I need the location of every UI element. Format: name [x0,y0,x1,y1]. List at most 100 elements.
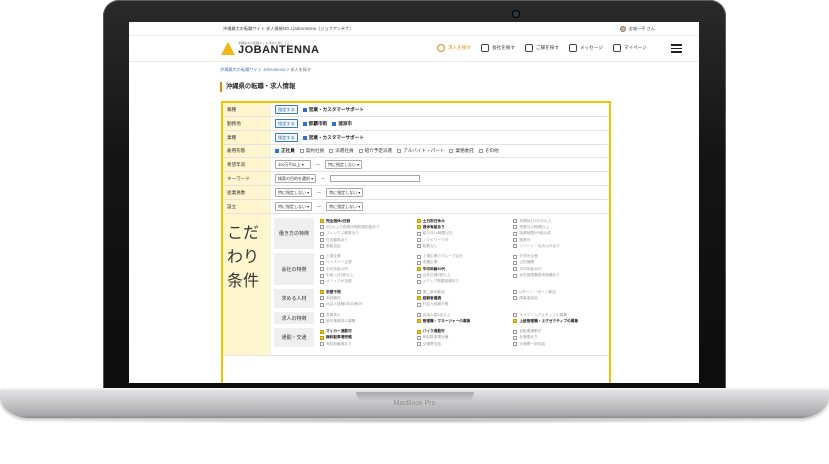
salary-from-select[interactable]: 300万円以上 ▾ [275,160,311,169]
checkbox-label: 上場企業 [326,254,341,259]
preference-checkbox[interactable]: 新卒事業部の募集 [320,318,413,324]
checkbox-employment-type[interactable]: 正社員 [275,148,295,154]
checkbox-label: 経験者優遇 [422,295,442,300]
preference-group: 求人の特徴 急募求人 採用人数2名以上 オープニングスタッフの募集 新卒事業部の募集 管理… [274,311,606,325]
breadcrumb-home[interactable]: 沖縄最大の転職サイト JobAntenna [220,67,285,72]
preference-options: 急募求人 採用人数2名以上 オープニングスタッフの募集 新卒事業部の募集 管理職・マネー… [314,312,606,325]
nav-messages[interactable]: メッセージ [568,44,603,53]
checkbox-label: 自転車通勤可 [519,329,542,334]
site-logo[interactable]: 沖縄最大の転職サイト あなた探してる… JOBANTENNA [221,41,341,56]
checkbox-box [320,290,324,295]
nav-label: メッセージ [579,45,603,51]
pick-industry-button[interactable]: 指定する [275,133,298,142]
checkbox-box [320,219,324,224]
checkbox-box [513,273,518,278]
checkbox-box [513,225,518,230]
row-value: 指定する 営業・カスタマーサポート [271,103,609,116]
employees-from-select[interactable]: 特に指定しない ▾ [275,188,313,197]
checkbox-label: 始業時間が9時以前 [519,231,551,236]
checkbox-label: 社員寮あり [519,335,538,340]
row-label: 従業員数 [223,186,271,199]
preference-checkbox[interactable]: 交通費支給 [416,341,510,347]
preference-checkbox[interactable]: 有料駐輪場あり [320,341,413,347]
preference-checkbox[interactable]: 管理職・マネージャーの募集 [416,318,510,324]
pick-job-type-button[interactable]: 指定する [275,105,298,114]
hamburger-menu-icon[interactable] [670,43,682,54]
founded-to-select[interactable]: 特に指定しない ▾ [326,202,364,211]
checkbox-employment-type[interactable]: 業務委託 [449,148,474,154]
checkbox-label: 中途入社5割以上 [326,273,354,278]
checkbox-employment-type[interactable]: その他 [478,148,499,154]
preference-checkbox[interactable]: 社会人経験不問 [416,302,510,308]
preference-checkbox[interactable]: 交通費一部支給 [513,341,606,347]
preference-checkbox[interactable]: メディア掲載実績あり [416,279,510,285]
row-label: こだわり条件 [223,214,271,356]
nav-search-companies[interactable]: 会社を探す [480,44,515,53]
preference-options: 学歴不問 第二新卒歓迎 Uターン・Iターン歓迎 未経験可 経験者優遇 障害者採用 社会人経験… [314,289,606,308]
logo-text: 沖縄最大の転職サイト あなた探してる… JOBANTENNA [238,41,319,56]
checkbox-label: マイカー通勤可 [326,329,352,334]
preference-group-label: 通勤・交通 [274,328,314,348]
checkbox-box [416,219,421,224]
checkbox-label: 5日以上の長期休暇取得制度あり [326,224,380,229]
preference-checkbox[interactable]: リゾート・住み込みあり [513,243,606,249]
row-value: 300万円以上 ▾ 〜 特に指定しない ▾ [271,158,609,171]
row-employees: 従業員数 特に指定しない ▾ 〜 特に指定しない ▾ [223,186,609,200]
breadcrumb-separator: > [286,67,290,72]
preference-checkbox[interactable]: 転勤なし [416,243,510,249]
preference-checkbox[interactable]: 障害者採用 [513,295,606,301]
checkbox-label: リゾート・住み込みあり [519,243,560,248]
checkbox-box [513,335,518,340]
nav-search-connections[interactable]: ご縁を探す [524,44,559,53]
mypage-icon [612,44,621,53]
checkbox-box [320,279,324,284]
keyword-scope-select[interactable]: 検索の目的を選択 ▾ [275,174,317,183]
checkbox-box [513,329,518,334]
employees-to-select[interactable]: 特に指定しない ▾ [326,188,364,197]
checkbox-industry[interactable]: 営業・カスタマーサポート [302,135,364,141]
nav-mypage[interactable]: マイページ [612,44,647,53]
checkbox-label: 管理職・マネージャーの募集 [422,318,471,323]
range-tilde: 〜 [317,189,322,195]
checkbox-employment-type[interactable]: 紹介予定派遣 [358,148,392,154]
checkbox-label: 派遣社員 [335,148,354,153]
preference-checkbox[interactable]: 上級管理職・エグゼクティブの募集 [513,318,606,324]
checkbox-box [416,335,421,340]
checkbox-location[interactable]: 那覇市街 [302,121,327,127]
checkbox-box [320,273,324,278]
preference-checkbox[interactable]: 服装自由 [320,243,413,249]
checkbox-label: 正社員 [281,148,295,153]
pick-location-button[interactable]: 指定する [275,119,298,128]
nav-search-jobs[interactable]: 求人を探す [437,44,471,53]
checkbox-location[interactable]: 浦添市 [332,121,352,127]
preference-checkbox[interactable]: オフィスが自慢 [320,279,413,285]
checkbox-box [320,244,324,249]
checkbox-box [416,273,421,278]
range-tilde: 〜 [317,203,322,209]
checkbox-label: 有料駐輪場あり [326,341,352,346]
preference-group: 求める人材 学歴不問 第二新卒歓迎 Uターン・Iターン歓迎 未経験可 経験者優遇 障害者採用… [274,288,606,308]
checkbox-box [332,121,337,126]
checkbox-label: 平均年齢30代 [422,266,446,271]
checkbox-label: 営業・カスタマーサポート [308,106,364,112]
salary-to-select[interactable]: 特に指定しない ▾ [325,160,363,169]
row-label: 希望年収 [223,158,271,171]
checkbox-employment-type[interactable]: 契約社員 [299,148,324,154]
checkbox-employment-type[interactable]: アルバイト・パート [397,148,444,154]
preference-group: 通勤・交通 マイカー通勤可 バイク通勤可 自転車通勤可 無料駐車場完備 有料駐車場完備 社員… [274,328,606,348]
preference-checkbox[interactable]: 社会人経験3年未満OK [320,302,413,308]
checkbox-box [416,267,421,272]
checkbox-label: 業務委託 [455,148,474,153]
checkbox-box [416,342,421,347]
checkbox-job-type[interactable]: 営業・カスタマーサポート [302,106,364,113]
preference-checkbox[interactable]: 女性管理職登用実績あり [513,272,606,278]
user-menu[interactable]: 金城一平 さん [619,25,655,32]
checkbox-box [449,149,454,153]
keyword-input[interactable] [330,175,421,182]
checkbox-box [320,296,324,301]
checkbox-label: フレックス勤務あり [326,231,360,236]
founded-from-select[interactable]: 特に指定しない ▾ [275,202,313,211]
checkbox-box [320,267,324,272]
row-location: 勤務地 指定する 那覇市街 浦添市 [223,117,609,131]
checkbox-employment-type[interactable]: 派遣社員 [329,148,354,154]
